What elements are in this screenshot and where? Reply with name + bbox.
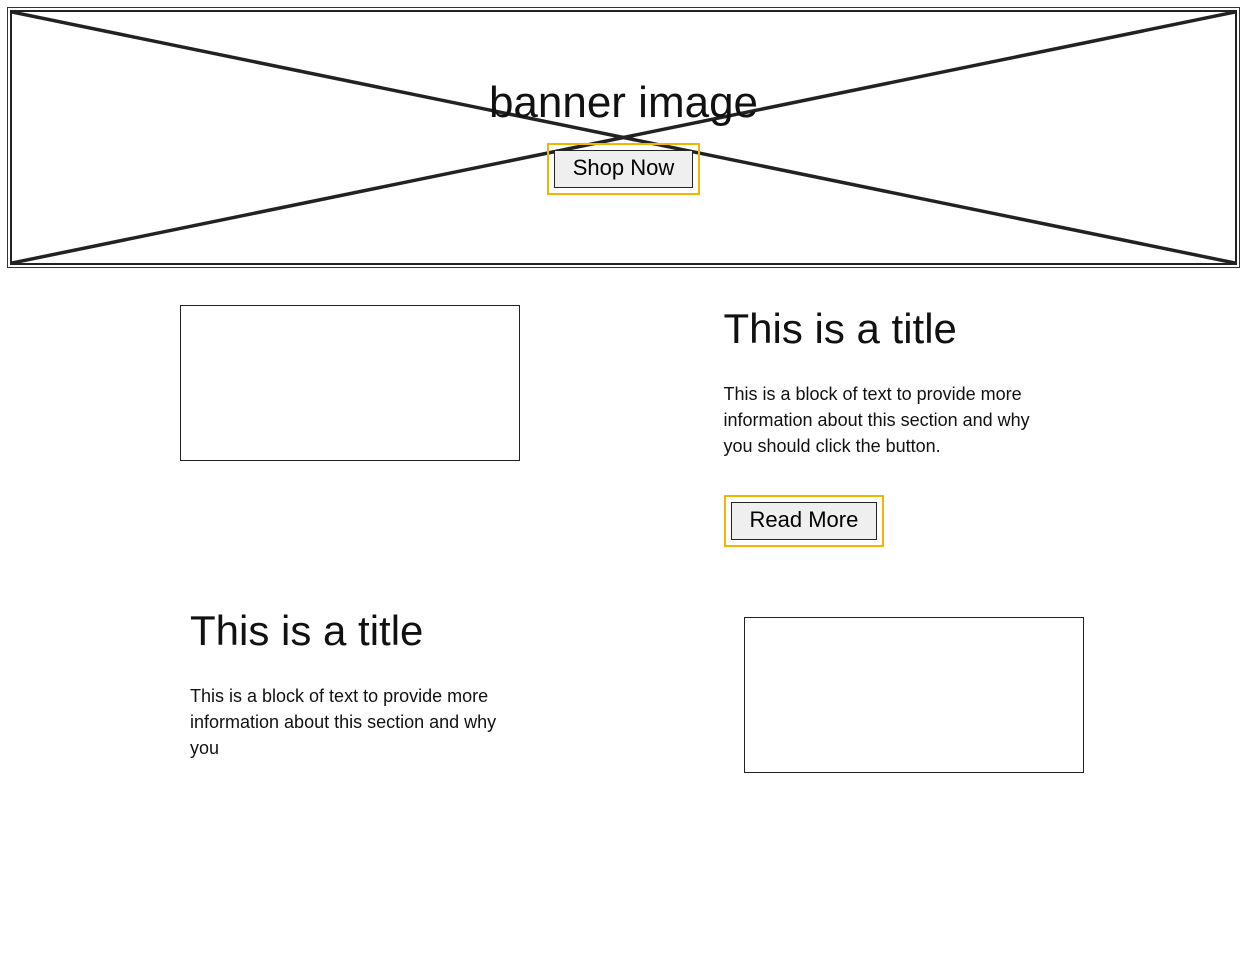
shop-now-highlight: Shop Now — [547, 143, 701, 195]
content-row-2-image-col — [654, 607, 1247, 797]
image-placeholder — [744, 617, 1084, 773]
content-row-1-image-col — [0, 305, 624, 547]
image-placeholder — [180, 305, 520, 461]
section-body: This is a block of text to provide more … — [190, 683, 520, 761]
read-more-button[interactable]: Read More — [731, 502, 878, 540]
content-row-1: This is a title This is a block of text … — [0, 305, 1247, 547]
section-body: This is a block of text to provide more … — [724, 381, 1054, 459]
placeholder-cross-icon — [181, 306, 519, 644]
content-row-1-text-col: This is a title This is a block of text … — [664, 305, 1247, 547]
placeholder-cross-icon — [12, 12, 1235, 263]
banner-placeholder-label: banner image — [489, 81, 758, 125]
shop-now-button[interactable]: Shop Now — [554, 150, 694, 188]
hero-banner: banner image Shop Now — [10, 10, 1237, 265]
placeholder-cross-icon — [745, 618, 1083, 956]
read-more-highlight: Read More — [724, 495, 885, 547]
section-title: This is a title — [724, 305, 1168, 353]
